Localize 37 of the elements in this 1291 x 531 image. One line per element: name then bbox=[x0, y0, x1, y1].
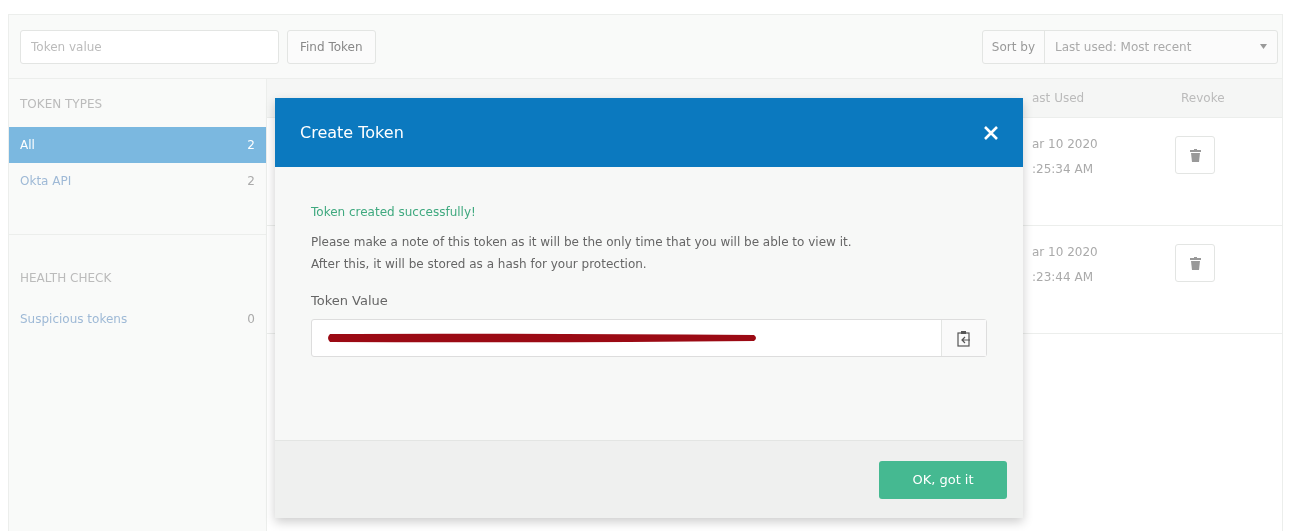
sidebar-heading: HEALTH CHECK bbox=[19, 271, 113, 285]
item-label: All bbox=[20, 138, 35, 152]
success-message: Token created successfully! bbox=[311, 205, 477, 219]
sort-dropdown[interactable]: Last used: Most recent bbox=[1045, 30, 1277, 63]
item-count: 2 bbox=[247, 138, 255, 152]
find-token-button[interactable]: Find Token bbox=[287, 29, 376, 64]
note-text: After this, it will be stored as a hash for your protection. bbox=[311, 256, 648, 273]
dialog-title: Create Token bbox=[300, 123, 404, 142]
sidebar-item[interactable]: Okta API 2 bbox=[9, 163, 266, 199]
sidebar-item[interactable]: All 2 bbox=[9, 127, 266, 163]
copy-button[interactable] bbox=[941, 320, 986, 356]
last-used-text: :25:34 AM bbox=[1032, 161, 1094, 178]
caret-icon bbox=[1260, 44, 1267, 49]
item-count: 0 bbox=[247, 312, 255, 326]
field-label: Token Value bbox=[311, 293, 389, 308]
note-text: Please make a note of this token as it will be the only time that you will be able to view it. bbox=[311, 234, 853, 251]
item-label: Okta API bbox=[20, 174, 72, 188]
trash-icon bbox=[1189, 148, 1201, 162]
last-used-text: :23:44 AM bbox=[1032, 269, 1094, 286]
trash-icon bbox=[1189, 256, 1201, 270]
revoke-button[interactable] bbox=[1175, 244, 1215, 282]
sidebar-heading: TOKEN TYPES bbox=[19, 97, 104, 111]
column-header: Revoke bbox=[1180, 91, 1226, 105]
close-icon bbox=[983, 124, 999, 141]
sort-label: Sort by bbox=[982, 30, 1045, 63]
last-used-text: ar 10 2020 bbox=[1032, 244, 1099, 261]
token-value-field[interactable] bbox=[311, 319, 987, 357]
column-header: ast Used bbox=[1031, 91, 1086, 105]
item-count: 2 bbox=[247, 174, 255, 188]
sidebar-item[interactable]: Suspicious tokens 0 bbox=[9, 301, 266, 337]
clipboard-icon bbox=[957, 329, 971, 347]
close-button[interactable] bbox=[983, 124, 999, 141]
ok-button[interactable]: OK, got it bbox=[879, 460, 1007, 499]
token-search-field[interactable]: Token value bbox=[20, 29, 279, 64]
revoke-button[interactable] bbox=[1175, 136, 1215, 174]
item-label: Suspicious tokens bbox=[20, 312, 128, 326]
last-used-text: ar 10 2020 bbox=[1032, 136, 1099, 153]
